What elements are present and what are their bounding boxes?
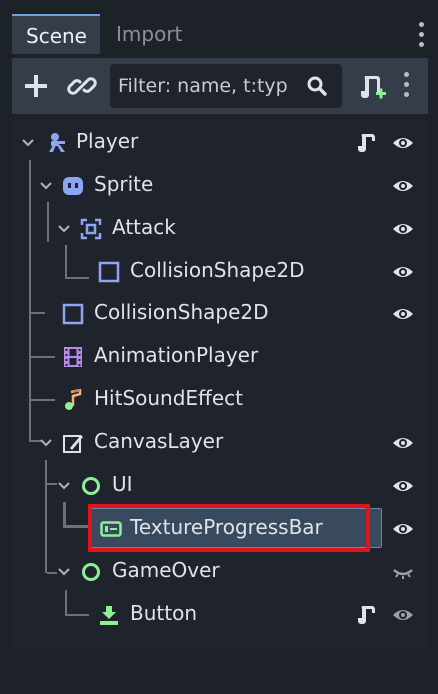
eye-visible-icon[interactable] bbox=[392, 303, 414, 325]
music-note-icon bbox=[65, 389, 82, 410]
node-label: CollisionShape2D bbox=[94, 300, 269, 324]
eye-visible-icon[interactable] bbox=[392, 518, 414, 540]
node-label: Button bbox=[130, 601, 197, 625]
chevron-down-icon[interactable] bbox=[22, 137, 34, 149]
eye-hidden-icon[interactable] bbox=[392, 561, 414, 583]
eye-visible-icon[interactable] bbox=[392, 132, 414, 154]
node-label: Sprite bbox=[94, 172, 154, 196]
canvas-brush-icon bbox=[63, 435, 83, 453]
node-label: CanvasLayer bbox=[94, 429, 224, 453]
add-node-button[interactable] bbox=[18, 68, 54, 104]
script-icon[interactable] bbox=[356, 132, 378, 154]
tab-scene[interactable]: Scene bbox=[12, 14, 100, 54]
eye-visible-icon[interactable] bbox=[392, 604, 414, 626]
tab-menu-icon[interactable] bbox=[418, 22, 426, 50]
tree-item-collisionshape2d[interactable]: CollisionShape2D bbox=[12, 293, 428, 333]
node-label: UI bbox=[112, 472, 133, 496]
scene-toolbar bbox=[12, 58, 428, 114]
filter-field[interactable] bbox=[110, 64, 342, 108]
collision-square-icon bbox=[98, 261, 120, 283]
instantiate-scene-button[interactable] bbox=[64, 68, 100, 104]
scene-tree: Player Sprite Attack CollisionShape2D Co… bbox=[12, 120, 428, 648]
chevron-down-icon[interactable] bbox=[58, 480, 70, 492]
tab-import[interactable]: Import bbox=[102, 14, 202, 54]
collision-square-icon bbox=[62, 303, 84, 325]
eye-visible-icon[interactable] bbox=[392, 175, 414, 197]
vertical-dots-icon[interactable] bbox=[403, 72, 411, 102]
control-circle-icon bbox=[82, 477, 100, 495]
filter-input[interactable] bbox=[118, 64, 298, 108]
tree-item-player[interactable]: Player bbox=[12, 122, 428, 162]
script-icon[interactable] bbox=[356, 604, 378, 626]
eye-visible-icon[interactable] bbox=[392, 432, 414, 454]
dock-tab-bar: Scene Import bbox=[0, 0, 438, 58]
attach-script-button[interactable] bbox=[354, 68, 390, 104]
film-strip-icon bbox=[64, 347, 82, 367]
node-label: Attack bbox=[112, 215, 176, 239]
tree-item-sprite[interactable]: Sprite bbox=[12, 165, 428, 205]
eye-visible-icon[interactable] bbox=[392, 475, 414, 497]
script-add-icon bbox=[361, 76, 386, 99]
node-label: CollisionShape2D bbox=[130, 258, 305, 282]
tree-item-hitsoundeffect[interactable]: HitSoundEffect bbox=[12, 379, 428, 419]
chevron-down-icon[interactable] bbox=[58, 223, 70, 235]
control-circle-icon bbox=[82, 563, 100, 581]
chevron-down-icon[interactable] bbox=[58, 566, 70, 578]
character-icon bbox=[49, 133, 65, 152]
highlight-box bbox=[88, 504, 370, 552]
node-label: GameOver bbox=[112, 558, 220, 582]
tree-item-collisionshape2d[interactable]: CollisionShape2D bbox=[12, 251, 428, 291]
magnifier-icon bbox=[307, 76, 327, 96]
chevron-down-icon[interactable] bbox=[40, 437, 52, 449]
node-label: AnimationPlayer bbox=[94, 343, 259, 367]
area-bracket-icon bbox=[80, 218, 102, 240]
sprite-face-icon bbox=[63, 177, 83, 195]
plus-icon bbox=[25, 75, 47, 97]
tree-item-canvaslayer[interactable]: CanvasLayer bbox=[12, 422, 428, 462]
chevron-down-icon[interactable] bbox=[40, 180, 52, 192]
tree-item-gameover[interactable]: GameOver bbox=[12, 551, 428, 591]
link-icon bbox=[67, 77, 97, 95]
node-label: HitSoundEffect bbox=[94, 386, 243, 410]
button-icon bbox=[100, 606, 118, 625]
tree-item-button[interactable]: Button bbox=[12, 594, 428, 634]
eye-visible-icon[interactable] bbox=[392, 261, 414, 283]
eye-visible-icon[interactable] bbox=[392, 218, 414, 240]
node-label: Player bbox=[76, 129, 139, 153]
tree-item-attack[interactable]: Attack bbox=[12, 208, 428, 248]
tree-item-animationplayer[interactable]: AnimationPlayer bbox=[12, 336, 428, 376]
tree-item-ui[interactable]: UI bbox=[12, 465, 428, 505]
dock-bottom-area bbox=[0, 660, 438, 694]
